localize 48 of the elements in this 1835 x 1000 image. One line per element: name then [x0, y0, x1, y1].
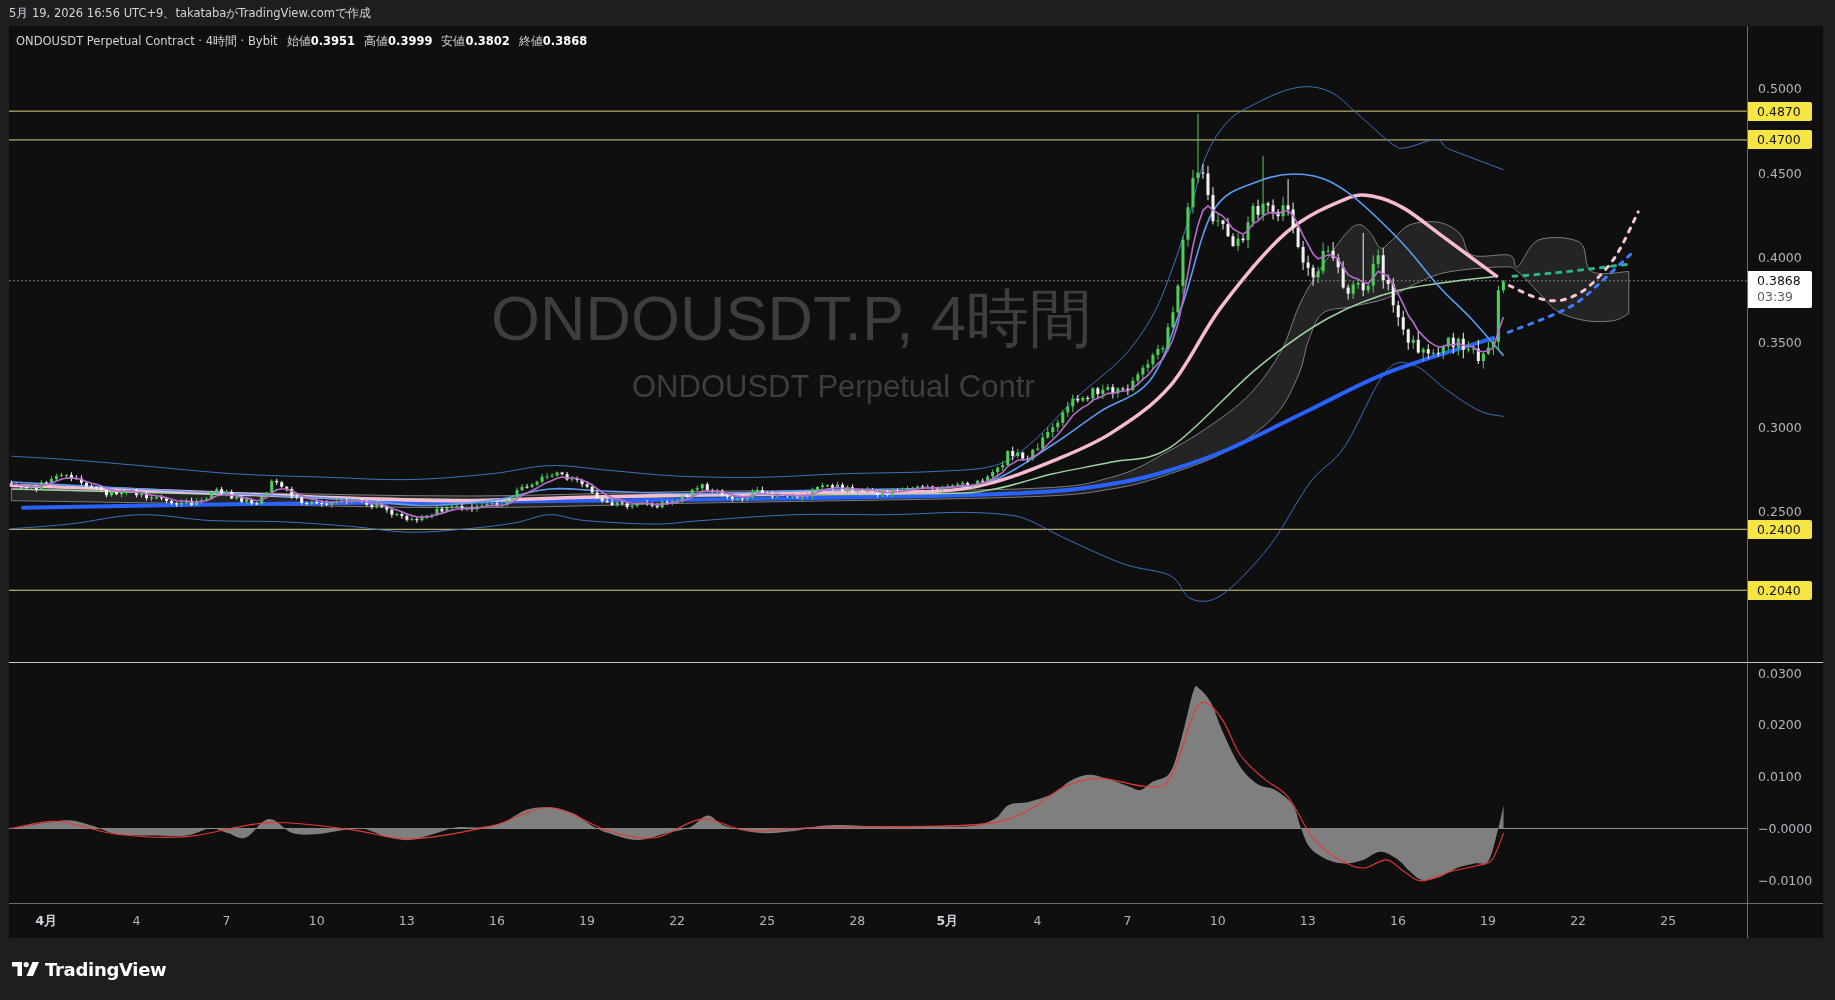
ohlc-value: 0.3802	[465, 34, 510, 48]
time-scale-label: 4	[1033, 913, 1042, 929]
price-level-tag: 0.2400	[1748, 519, 1812, 539]
time-scale-label: 16	[1389, 913, 1406, 929]
oscillator-scale-label: 0.0100	[1758, 770, 1802, 785]
time-scale-label: 4月	[35, 913, 58, 929]
legend-title: ONDOUSDT Perpetual Contract · 4時間 · Bybit	[16, 34, 278, 49]
time-scale-label: 16	[488, 913, 505, 929]
time-scale-label: 19	[1480, 913, 1496, 929]
time-scale-label: 10	[1209, 913, 1226, 929]
ohlc-label: 高値	[364, 34, 389, 49]
time-scale-label: 7	[1123, 913, 1132, 929]
time-scale-label: 10	[308, 913, 325, 929]
time-scale-label: 25	[1660, 913, 1677, 929]
time-scale-label: 22	[1570, 913, 1587, 929]
price-scale-label: 0.3500	[1758, 336, 1802, 351]
price-scale-label: 0.4000	[1758, 251, 1802, 266]
ohlc-label: 安値	[441, 34, 466, 49]
time-scale-label: 22	[669, 913, 686, 929]
oscillator-scale-label: −0.0000	[1758, 822, 1813, 837]
ohlc-value: 0.3999	[388, 34, 433, 48]
ohlc-label: 終値	[518, 34, 543, 49]
time-scale-label: 5月	[936, 913, 959, 929]
ohlc-value: 0.3868	[542, 34, 588, 48]
price-scale-label: 0.5000	[1758, 82, 1802, 97]
price-scale-label: 0.3000	[1758, 420, 1802, 435]
price-scale-label: 0.4500	[1758, 166, 1802, 181]
oscillator-scale-label: −0.0100	[1758, 873, 1813, 888]
chart-caption: 5月 19, 2026 16:56 UTC+9、takatabaがTradingView.comで作成	[9, 5, 371, 21]
bar-countdown: 03:39	[1757, 288, 1795, 305]
time-scale-label: 13	[398, 913, 415, 929]
time-scale-label: 28	[849, 913, 866, 929]
logo-text: TradingView	[45, 958, 167, 980]
logo-icon	[12, 962, 39, 976]
ohlc-value: 0.3951	[310, 34, 356, 48]
last-price-value: 0.3868	[1757, 272, 1802, 289]
oscillator-scale-label: 0.0200	[1758, 718, 1802, 733]
time-scale-label: 7	[222, 913, 231, 929]
time-scale-label: 25	[759, 913, 776, 929]
price-level-tag: 0.4870	[1748, 101, 1812, 121]
price-scale-label: 0.2500	[1758, 505, 1802, 520]
price-level-tag: 0.4700	[1748, 130, 1812, 150]
oscillator-scale-label: 0.0300	[1758, 666, 1802, 681]
ohlc-label: 始値	[286, 34, 311, 49]
price-level-tag: 0.2040	[1748, 580, 1812, 600]
time-scale-label: 13	[1299, 913, 1316, 929]
time-scale-label: 4	[132, 913, 141, 929]
time-scale-label: 19	[579, 913, 595, 929]
